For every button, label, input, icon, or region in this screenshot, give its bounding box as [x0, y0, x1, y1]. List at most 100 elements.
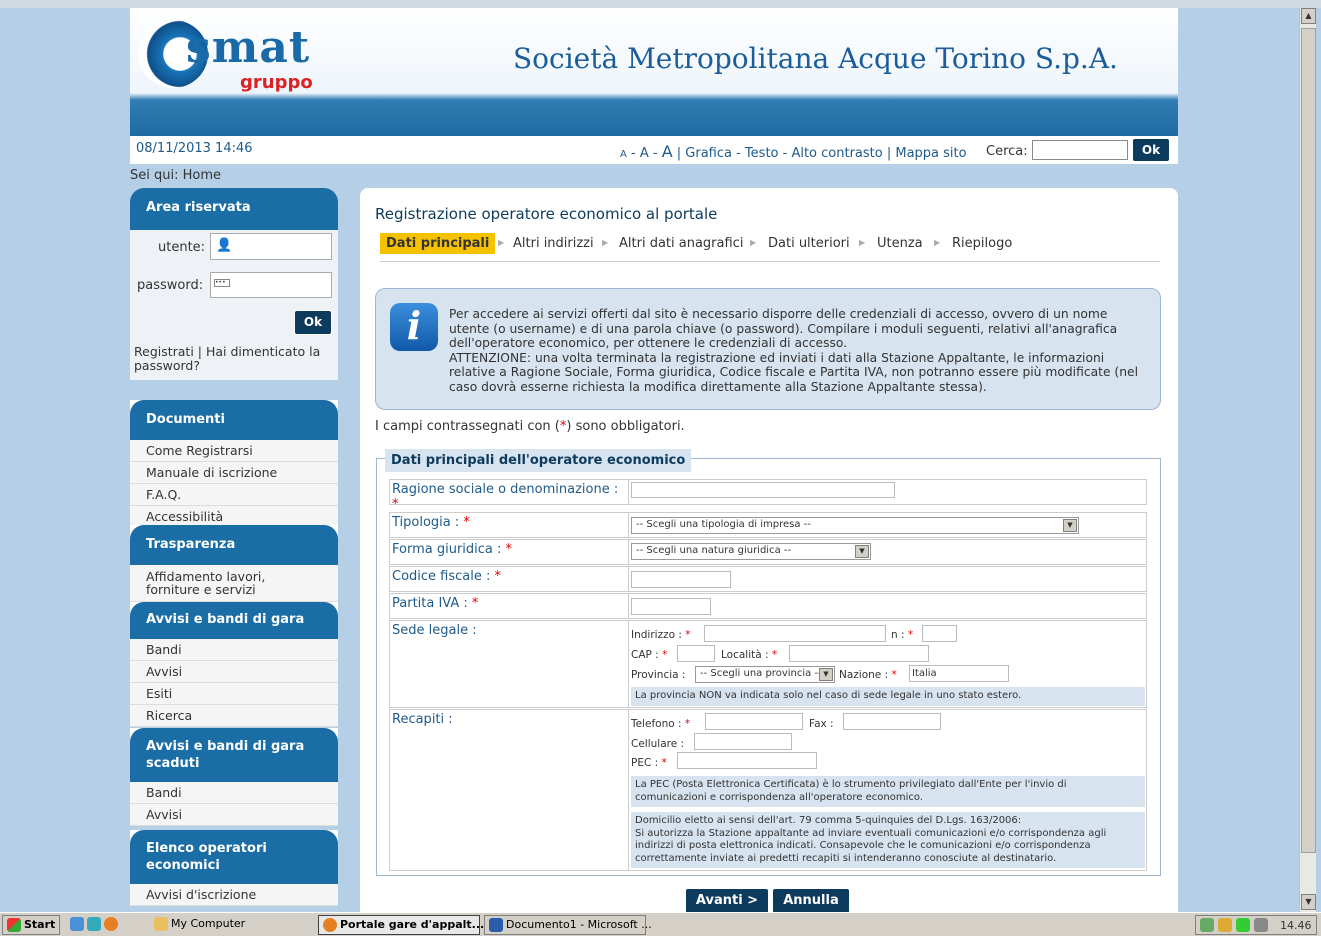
step-dati-ulteriori[interactable]: Dati ulteriori [768, 236, 850, 251]
row-partita: Partita IVA : * [389, 593, 1147, 619]
menu-item-come-registrarsi[interactable]: Come Registrarsi [130, 440, 338, 462]
tray-network-icon[interactable] [1200, 918, 1214, 932]
scrollbar-thumb[interactable] [1301, 28, 1316, 853]
font-medium-link[interactable]: A [640, 146, 649, 161]
menu-item-affidamento[interactable]: Affidamento lavori, forniture e servizi [130, 565, 338, 602]
login-ok-button[interactable]: Ok [294, 310, 332, 335]
partita-iva-input[interactable] [631, 598, 711, 615]
menu-item-avvisi[interactable]: Avvisi [130, 661, 338, 683]
tipologia-select-value: -- Scegli una tipologia di impresa -- [636, 519, 811, 530]
fax-label: Fax : [809, 718, 834, 730]
font-small-link[interactable]: A [620, 149, 627, 160]
step-riepilogo[interactable]: Riepilogo [952, 236, 1012, 251]
tipologia-select[interactable]: -- Scegli una tipologia di impresa -- ▼ [631, 517, 1079, 534]
indirizzo-label-text: Indirizzo : [631, 629, 682, 641]
scroll-up-icon[interactable]: ▲ [1301, 8, 1316, 24]
menu-item-esiti[interactable]: Esiti [130, 683, 338, 705]
forma-cell: -- Scegli una natura giuridica -- ▼ [628, 540, 1146, 564]
step-altri-dati[interactable]: Altri dati anagrafici [619, 236, 743, 251]
recapiti-label: Recapiti : [392, 712, 453, 727]
main-data-fieldset: Dati principali dell'operatore economico… [376, 449, 1161, 876]
codice-cell [628, 567, 1146, 591]
indirizzo-input[interactable] [704, 625, 886, 642]
menu-documenti: Documenti Come Registrarsi Manuale di is… [130, 400, 338, 528]
taskbar-portale[interactable]: Portale gare d'appalt... [318, 915, 484, 935]
scroll-down-icon[interactable]: ▼ [1301, 894, 1316, 910]
required-star: * [684, 718, 691, 730]
menu-item-ricerca[interactable]: Ricerca [130, 705, 338, 727]
step-arrow-icon: ▶ [602, 238, 609, 247]
step-arrow-icon: ▶ [934, 238, 941, 247]
taskbar-mycomputer[interactable]: My Computer [150, 915, 310, 935]
required-note: I campi contrassegnati con (*) sono obbl… [375, 419, 685, 434]
ragione-input[interactable] [631, 482, 895, 498]
required-star: * [494, 569, 502, 584]
cellulare-input[interactable] [694, 733, 792, 750]
search-input[interactable] [1032, 140, 1128, 160]
site-header: smat gruppo Società Metropolitana Acque … [130, 8, 1178, 136]
task1-label: Portale gare d'appalt... [340, 918, 485, 931]
info-text: Per accedere ai servizi offerti dal sito… [449, 307, 1139, 394]
row-sede: Sede legale : Indirizzo : * n : * CAP : … [389, 620, 1147, 708]
recapiti-cell: Telefono : * Fax : Cellulare : PEC : * L… [628, 710, 1146, 870]
pec-input[interactable] [677, 752, 817, 769]
pec-label-text: PEC : [631, 757, 659, 769]
menu-trasparenza: Trasparenza Affidamento lavori, fornitur… [130, 525, 338, 602]
vertical-scrollbar[interactable]: ▲ ▼ [1299, 8, 1316, 912]
taskbar-documento[interactable]: Documento1 - Microsoft ... [484, 915, 652, 935]
localita-input[interactable] [789, 645, 929, 662]
telefono-input[interactable] [705, 713, 803, 730]
required-star: * [505, 542, 513, 557]
provincia-select[interactable]: -- Scegli una provincia -- ▼ [695, 666, 835, 683]
display-links[interactable]: | Grafica - Testo - Alto contrasto | Map… [677, 146, 967, 161]
menu-item-avvisi-iscrizione[interactable]: Avvisi d'iscrizione [130, 884, 338, 906]
chevron-down-icon: ▼ [855, 545, 869, 558]
login-links[interactable]: Registrati | Hai dimenticato la password… [134, 345, 334, 373]
smat-logo[interactable]: smat gruppo [138, 20, 313, 95]
start-button[interactable]: Start [2, 915, 60, 935]
menu-elenco: Elenco operatori economici Avvisi d'iscr… [130, 830, 338, 906]
system-tray: 14.46 [1195, 915, 1317, 935]
fax-input[interactable] [843, 713, 941, 730]
user-input[interactable]: 👤 [210, 233, 332, 260]
sede-label: Sede legale : [392, 623, 477, 638]
row-ragione: Ragione sociale o denominazione : * [389, 479, 1147, 512]
explorer-icon[interactable] [87, 917, 101, 931]
step-dati-principali[interactable]: Dati principali [380, 233, 496, 254]
menu-item-manuale[interactable]: Manuale di iscrizione [130, 462, 338, 484]
partita-label-text: Partita IVA : [392, 596, 468, 611]
tray-update-icon[interactable] [1218, 918, 1232, 932]
numero-input[interactable] [922, 625, 957, 642]
cap-input[interactable] [677, 645, 715, 662]
quick-launch [66, 915, 146, 935]
login-box: Area riservata utente: 👤 password: ••• O… [130, 188, 338, 380]
search-ok-button[interactable]: Ok [1132, 138, 1170, 162]
password-input[interactable]: ••• [210, 272, 332, 298]
tray-monitor-icon[interactable] [1254, 918, 1268, 932]
menu-item-scaduti-avvisi[interactable]: Avvisi [130, 804, 338, 826]
cancel-button[interactable]: Annulla [772, 888, 850, 914]
required-star: * [463, 515, 470, 530]
menu-item-scaduti-bandi[interactable]: Bandi [130, 782, 338, 804]
firefox-icon[interactable] [104, 917, 118, 931]
tray-plus-icon[interactable] [1236, 918, 1250, 932]
next-button[interactable]: Avanti > [685, 888, 769, 914]
forma-select[interactable]: -- Scegli una natura giuridica -- ▼ [631, 543, 871, 560]
codice-fiscale-input[interactable] [631, 571, 731, 588]
top-bar: 08/11/2013 14:46 A - A - A | Grafica - T… [130, 136, 1178, 164]
menu-item-bandi[interactable]: Bandi [130, 639, 338, 661]
telefono-label: Telefono : * [631, 718, 690, 730]
menu-avvisi-title: Avvisi e bandi di gara [130, 602, 338, 639]
row-recapiti: Recapiti : Telefono : * Fax : Cellulare … [389, 709, 1147, 871]
required-note-post: ) sono obbligatori. [566, 419, 685, 434]
nazione-input[interactable]: Italia [909, 665, 1009, 682]
step-utenza[interactable]: Utenza [877, 236, 923, 251]
ie-icon[interactable] [70, 917, 84, 931]
menu-item-faq[interactable]: F.A.Q. [130, 484, 338, 506]
step-altri-indirizzi[interactable]: Altri indirizzi [513, 236, 594, 251]
firefox-icon [323, 918, 337, 932]
domicilio-note: Domicilio eletto ai sensi dell'art. 79 c… [631, 812, 1145, 868]
required-star: * [891, 669, 897, 681]
accessibility-links: A - A - A | Grafica - Testo - Alto contr… [620, 142, 967, 161]
font-large-link[interactable]: A [662, 142, 673, 161]
